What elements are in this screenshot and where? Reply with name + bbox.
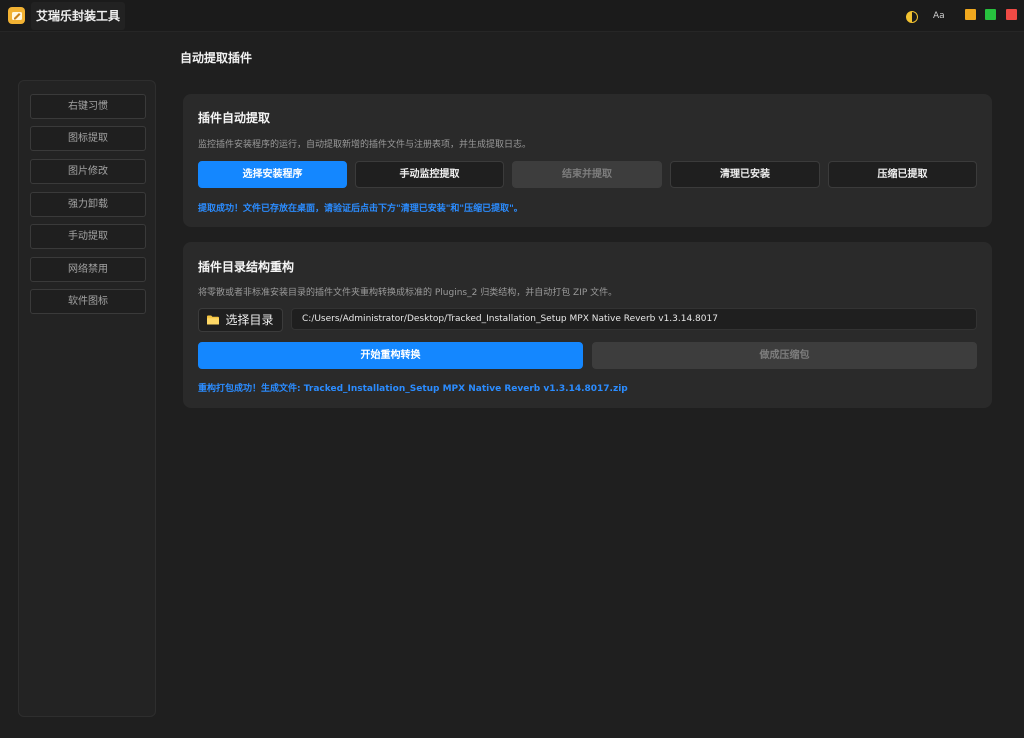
app-title: 艾瑞乐封装工具 xyxy=(31,2,126,30)
sidebar-item-context-menu[interactable]: 右键习惯 xyxy=(30,94,146,119)
clean-installed-button[interactable]: 清理已安装 xyxy=(670,161,820,188)
folder-icon xyxy=(207,315,220,325)
restructure-title: 插件目录结构重构 xyxy=(198,260,295,274)
compress-extracted-button[interactable]: 压缩已提取 xyxy=(828,161,977,188)
close-button[interactable] xyxy=(1006,9,1017,20)
app-logo-icon xyxy=(8,7,25,24)
sidebar-item-icon-extract[interactable]: 图标提取 xyxy=(30,126,146,151)
start-restructure-button[interactable]: 开始重构转换 xyxy=(198,342,583,369)
page-title: 自动提取插件 xyxy=(180,51,253,65)
manual-monitor-button[interactable]: 手动监控提取 xyxy=(355,161,504,188)
restructure-card: 插件目录结构重构 将零散或者非标准安装目录的插件文件夹重构转换成标准的 Plug… xyxy=(183,242,992,408)
app-window: 艾瑞乐封装工具 Aa 右键习惯 图标提取 图片修改 强力卸载 手动提取 网络禁用… xyxy=(0,0,1024,738)
select-installer-button[interactable]: 选择安装程序 xyxy=(198,161,347,188)
maximize-button[interactable] xyxy=(985,9,996,20)
auto-extract-title: 插件自动提取 xyxy=(198,111,271,125)
minimize-button[interactable] xyxy=(965,9,976,20)
sidebar-item-network-block[interactable]: 网络禁用 xyxy=(30,257,146,282)
stop-extract-button[interactable]: 结束并提取 xyxy=(512,161,662,188)
theme-toggle-icon[interactable] xyxy=(905,9,919,23)
auto-extract-card: 插件自动提取 监控插件安装程序的运行，自动提取新增的插件文件与注册表项，并生成提… xyxy=(183,94,992,227)
restructure-status: 重构打包成功！生成文件: Tracked_Installation_Setup … xyxy=(198,384,628,394)
title-bar[interactable]: 艾瑞乐封装工具 Aa xyxy=(0,0,1024,32)
make-zip-button[interactable]: 做成压缩包 xyxy=(592,342,977,369)
restructure-description: 将零散或者非标准安装目录的插件文件夹重构转换成标准的 Plugins_2 归类结… xyxy=(198,288,618,298)
auto-extract-description: 监控插件安装程序的运行，自动提取新增的插件文件与注册表项，并生成提取日志。 xyxy=(198,140,532,150)
language-icon[interactable]: Aa xyxy=(933,9,951,23)
directory-path-input[interactable] xyxy=(291,308,977,330)
auto-extract-status: 提取成功！文件已存放在桌面，请验证后点击下方"清理已安装"和"压缩已提取"。 xyxy=(198,204,523,214)
sidebar-item-software-icon[interactable]: 软件图标 xyxy=(30,289,146,314)
sidebar-item-force-uninstall[interactable]: 强力卸载 xyxy=(30,192,146,217)
select-directory-button[interactable]: 选择目录 xyxy=(198,308,283,332)
sidebar-item-image-edit[interactable]: 图片修改 xyxy=(30,159,146,184)
sidebar-item-manual-extract[interactable]: 手动提取 xyxy=(30,224,146,249)
sidebar: 右键习惯 图标提取 图片修改 强力卸载 手动提取 网络禁用 软件图标 xyxy=(18,80,156,717)
select-directory-label: 选择目录 xyxy=(225,313,274,327)
